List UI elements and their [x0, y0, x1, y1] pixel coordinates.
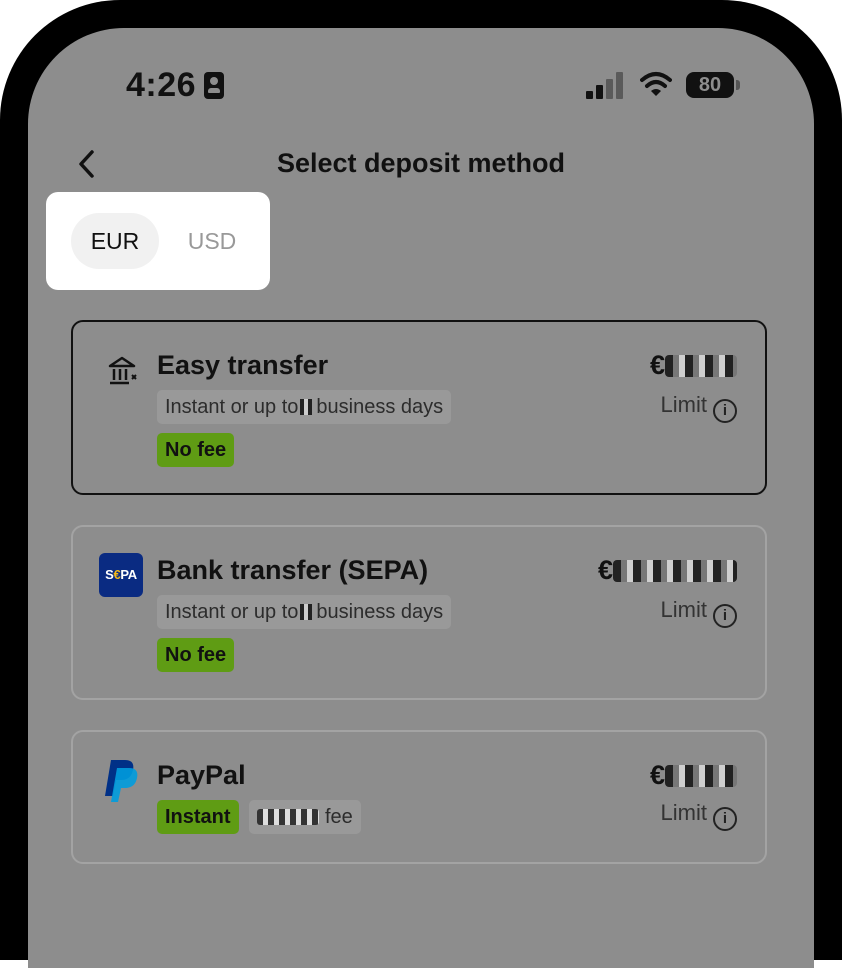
- redacted-value: [300, 604, 313, 620]
- redacted-fee: [257, 809, 319, 825]
- id-card-icon: [204, 72, 224, 99]
- timing-suffix: business days: [316, 601, 444, 623]
- method-name: Easy transfer: [157, 350, 329, 380]
- paypal-icon: [105, 760, 138, 802]
- info-icon[interactable]: i: [713, 399, 737, 423]
- redacted-amount: [665, 355, 737, 377]
- deposit-amount: €: [650, 760, 737, 791]
- currency-symbol: €: [597, 555, 613, 585]
- wifi-icon: [640, 72, 672, 96]
- timing-chip: Instant or up to business days: [157, 595, 452, 629]
- method-card-sepa[interactable]: S€PA Bank transfer (SEPA) Instant or up …: [71, 525, 767, 700]
- method-card-paypal[interactable]: PayPal Instant fee € Limit i: [71, 730, 767, 864]
- instant-badge: Instant: [157, 800, 239, 834]
- currency-toggle: EUR USD: [46, 192, 270, 290]
- currency-symbol: €: [649, 760, 665, 790]
- timing-text: Instant or up to: [165, 396, 299, 418]
- deposit-amount: €: [650, 350, 737, 381]
- battery-nub: [736, 80, 740, 90]
- method-card-easy-transfer[interactable]: Easy transfer Instant or up to business d…: [71, 320, 767, 495]
- sepa-icon: S€PA: [99, 553, 143, 597]
- limit-label[interactable]: Limit i: [661, 800, 737, 831]
- limit-text: Limit: [660, 597, 707, 622]
- limit-label[interactable]: Limit i: [661, 392, 737, 423]
- timing-suffix: business days: [316, 396, 444, 418]
- fee-badge: No fee: [157, 638, 235, 672]
- fee-chip: fee: [249, 800, 361, 834]
- currency-option-eur[interactable]: EUR: [71, 213, 159, 269]
- fee-badge: No fee: [157, 433, 235, 467]
- limit-text: Limit: [660, 800, 707, 825]
- fee-text: fee: [325, 806, 353, 828]
- method-name: PayPal: [157, 760, 246, 790]
- timing-chip: Instant or up to business days: [157, 390, 452, 424]
- redacted-amount: [665, 765, 737, 787]
- limit-label[interactable]: Limit i: [661, 597, 737, 628]
- redacted-amount: [613, 560, 737, 582]
- currency-symbol: €: [649, 350, 665, 380]
- currency-option-usd[interactable]: USD: [170, 213, 254, 269]
- battery-level: 80: [686, 72, 734, 98]
- info-icon[interactable]: i: [713, 604, 737, 628]
- info-icon[interactable]: i: [713, 807, 737, 831]
- timing-text: Instant or up to: [165, 601, 299, 623]
- bank-icon: [108, 356, 137, 385]
- app-screen: 4:26 80 Select deposit method EUR USD Ea…: [28, 28, 814, 968]
- status-time: 4:26: [126, 66, 197, 104]
- method-name: Bank transfer (SEPA): [157, 555, 429, 585]
- cellular-signal-icon: [586, 71, 626, 99]
- page-title: Select deposit method: [276, 148, 566, 178]
- deposit-amount: €: [598, 555, 737, 586]
- redacted-value: [300, 399, 313, 415]
- limit-text: Limit: [660, 392, 707, 417]
